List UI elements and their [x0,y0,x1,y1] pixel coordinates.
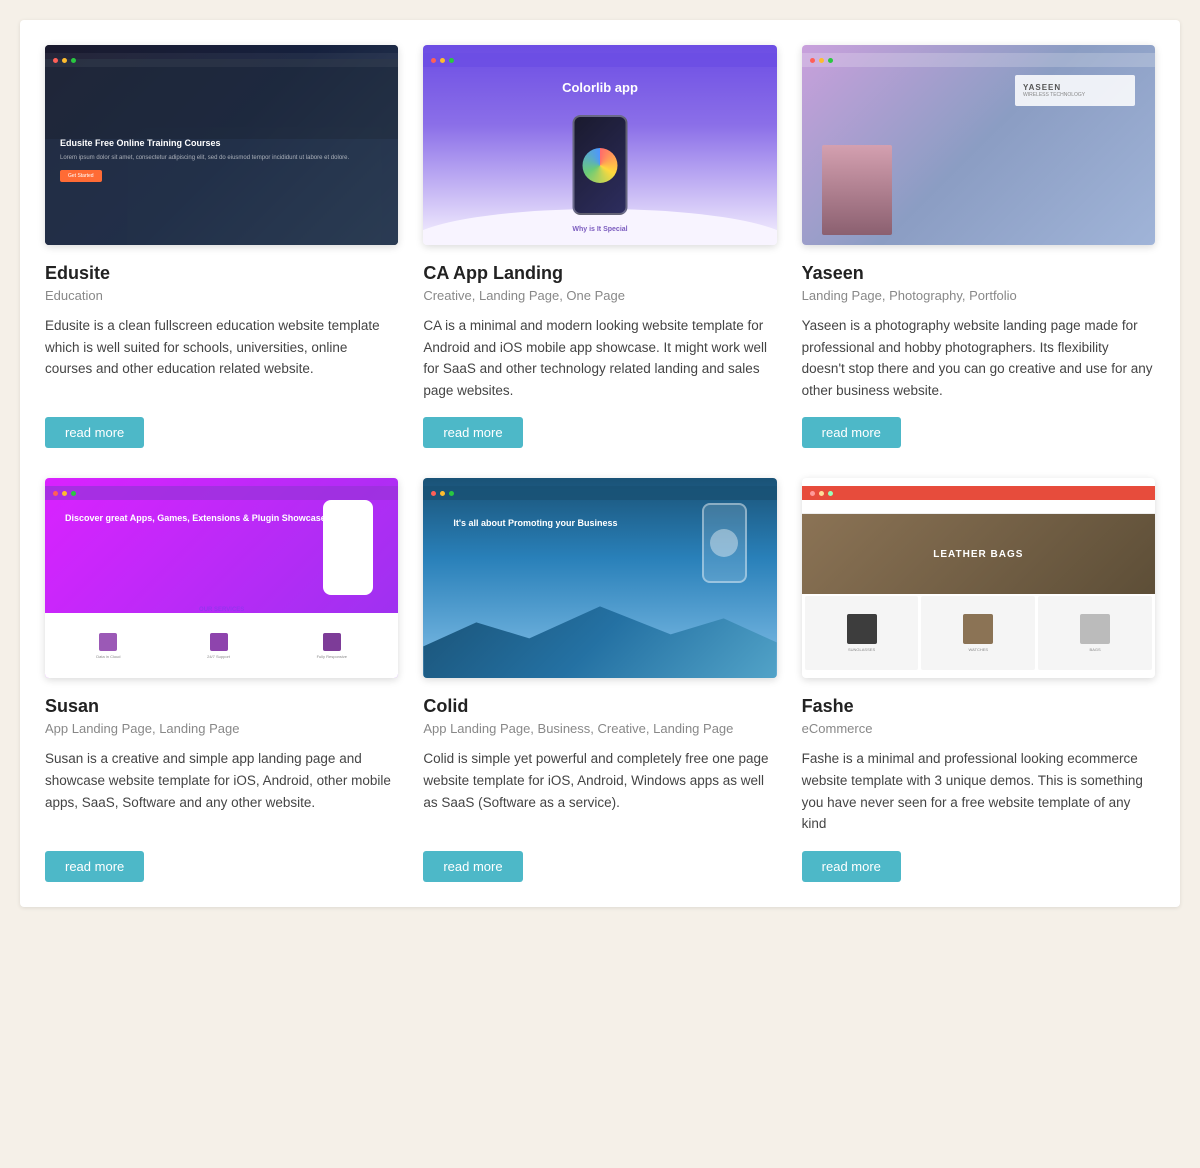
dot-yellow [62,58,67,63]
thumb-services-bar: Data in Cloud 24/7 Support Fully Respons… [45,613,398,678]
thumb-leather-text: LEATHER BAGS [933,549,1023,560]
thumb-hero-content: YASEEN WIRELESS TECHNOLOGY [1015,75,1135,106]
dot-green [71,58,76,63]
card-title-fashe: Fashe [802,696,1155,717]
read-more-button-ca-app[interactable]: read more [423,417,522,448]
thumb-product-img-2 [963,614,993,644]
template-grid: Edusite Free Online Training Courses Lor… [20,20,1180,907]
card-title-edusite: Edusite [45,263,398,284]
dot-red [810,491,815,496]
thumb-phone [572,115,627,215]
read-more-button-colid[interactable]: read more [423,851,522,882]
card-description-fashe: Fashe is a minimal and professional look… [802,748,1155,834]
card-title-colid: Colid [423,696,776,717]
thumb-products-grid: SUNGLASSES WATCHES BAGS [802,593,1155,673]
card-colid: It's all about Promoting your Business C… [423,478,776,881]
thumb-product-img-3 [1080,614,1110,644]
card-thumbnail-susan: Discover great Apps, Games, Extensions &… [45,478,398,678]
thumb-phone [702,503,747,583]
card-susan: Discover great Apps, Games, Extensions &… [45,478,398,881]
thumb-brand: YASEEN [1023,83,1127,92]
card-description-ca-app: CA is a minimal and modern looking websi… [423,315,776,401]
dot-green [828,491,833,496]
thumb-hero-text: It's all about Promoting your Business [453,518,617,530]
thumb-phone-circle [582,148,617,183]
read-more-button-susan[interactable]: read more [45,851,144,882]
thumb-product-label-3: BAGS [1090,647,1101,652]
dot-red [53,491,58,496]
thumb-hero-text: Discover great Apps, Games, Extensions &… [65,513,326,525]
dot-yellow [819,58,824,63]
thumb-service-icon-2 [210,633,228,651]
thumb-product-label-2: WATCHES [969,647,989,652]
card-description-colid: Colid is simple yet powerful and complet… [423,748,776,834]
dot-yellow [819,491,824,496]
thumb-cta: Get Started [60,170,102,182]
card-thumbnail-fashe: LEATHER BAGS SUNGLASSES WATCHES BAGS [802,478,1155,678]
thumb-service-3: Fully Responsive [317,633,347,659]
card-title-susan: Susan [45,696,398,717]
thumb-product-img-1 [847,614,877,644]
thumb-why-text: Why is It Special [423,226,776,233]
thumb-service-icon-1 [99,633,117,651]
thumb-hero-title: Edusite Free Online Training Courses [60,138,383,150]
thumb-product-2: WATCHES [921,596,1035,670]
card-thumbnail-ca-app: Colorlib app Why is It Special [423,45,776,245]
dot-green [71,491,76,496]
thumb-tagline: WIRELESS TECHNOLOGY [1023,92,1127,98]
dot-red [431,491,436,496]
read-more-button-fashe[interactable]: read more [802,851,901,882]
thumb-phone [323,500,373,595]
card-title-ca-app: CA App Landing [423,263,776,284]
thumb-product-3: BAGS [1038,596,1152,670]
card-thumbnail-edusite: Edusite Free Online Training Courses Lor… [45,45,398,245]
dot-green [828,58,833,63]
card-thumbnail-colid: It's all about Promoting your Business [423,478,776,678]
card-title-yaseen: Yaseen [802,263,1155,284]
card-thumbnail-yaseen: YASEEN WIRELESS TECHNOLOGY [802,45,1155,245]
thumb-hero-sub: Lorem ipsum dolor sit amet, consectetur … [60,154,383,162]
thumb-service-text-2: 24/7 Support [207,654,230,659]
read-more-button-edusite[interactable]: read more [45,417,144,448]
card-edusite: Edusite Free Online Training Courses Lor… [45,45,398,448]
read-more-button-yaseen[interactable]: read more [802,417,901,448]
card-yaseen: YASEEN WIRELESS TECHNOLOGY Yaseen Landin… [802,45,1155,448]
thumb-hero-text: Colorlib app [423,80,776,95]
thumb-phone-circle [710,529,738,557]
card-tags-edusite: Education [45,288,398,303]
dot-green [449,491,454,496]
card-tags-yaseen: Landing Page, Photography, Portfolio [802,288,1155,303]
card-description-edusite: Edusite is a clean fullscreen education … [45,315,398,401]
dot-yellow [440,58,445,63]
thumb-service-2: 24/7 Support [207,633,230,659]
dot-red [431,58,436,63]
thumb-product-label-1: SUNGLASSES [848,647,875,652]
thumb-product-1: SUNGLASSES [805,596,919,670]
card-ca-app: Colorlib app Why is It Special CA App La… [423,45,776,448]
card-fashe: LEATHER BAGS SUNGLASSES WATCHES BAGS Fas… [802,478,1155,881]
card-tags-ca-app: Creative, Landing Page, One Page [423,288,776,303]
dot-yellow [62,491,67,496]
dot-red [810,58,815,63]
thumb-service-1: Data in Cloud [96,633,120,659]
thumb-service-text-1: Data in Cloud [96,654,120,659]
card-description-susan: Susan is a creative and simple app landi… [45,748,398,834]
dot-red [53,58,58,63]
dot-green [449,58,454,63]
thumb-service-icon-3 [323,633,341,651]
card-tags-susan: App Landing Page, Landing Page [45,721,398,736]
thumb-portrait [822,145,892,235]
card-description-yaseen: Yaseen is a photography website landing … [802,315,1155,401]
thumb-header-bar [802,500,1155,514]
card-tags-fashe: eCommerce [802,721,1155,736]
thumb-mountain [423,598,776,678]
thumb-service-text-3: Fully Responsive [317,654,347,659]
card-tags-colid: App Landing Page, Business, Creative, La… [423,721,776,736]
thumb-leather-hero: LEATHER BAGS [802,514,1155,594]
dot-yellow [440,491,445,496]
